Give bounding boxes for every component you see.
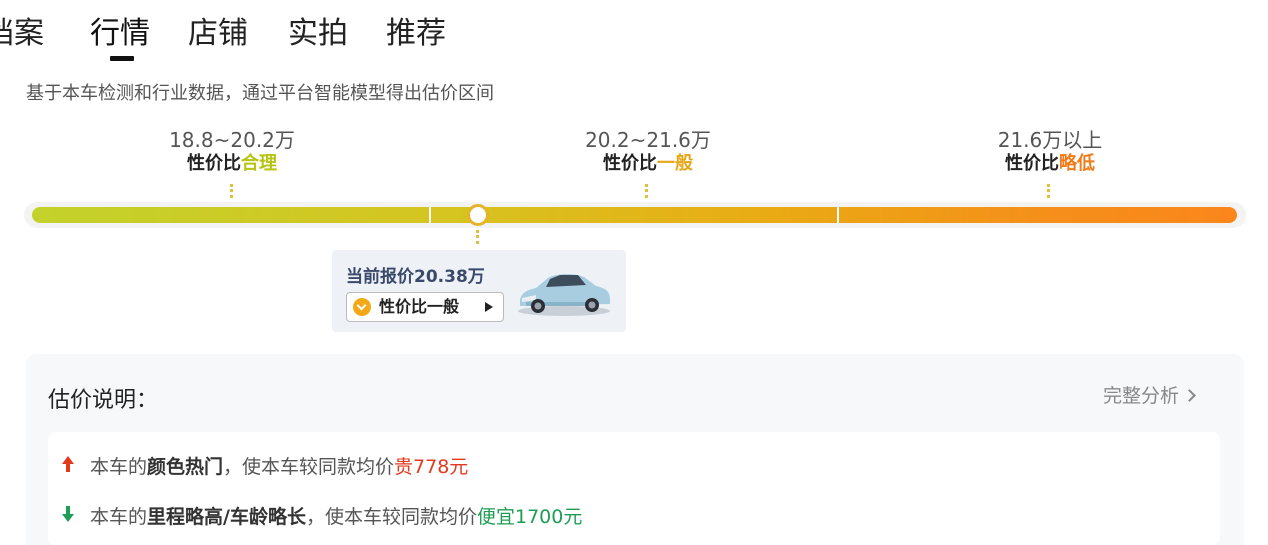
- tab-recommend[interactable]: 推荐: [386, 14, 446, 54]
- range-price: 20.2~21.6万: [585, 128, 711, 152]
- factor-prefix: 本车的: [90, 456, 148, 478]
- full-analysis-link[interactable]: 完整分析: [1103, 381, 1196, 408]
- range-connector: [645, 184, 648, 198]
- tab-store[interactable]: 店铺: [188, 14, 248, 54]
- value-rating-label: 性价比一般: [379, 297, 460, 316]
- coin-check-icon: [353, 298, 371, 316]
- range-fair: 18.8~20.2万 性价比合理: [122, 128, 342, 176]
- factor-middle: ，使本车较同款均价: [223, 456, 395, 478]
- tab-photos[interactable]: 实拍: [288, 14, 348, 54]
- range-price: 21.6万以上: [997, 128, 1103, 152]
- factor-bold: 颜色热门: [147, 456, 224, 478]
- current-price-marker: [467, 204, 489, 226]
- rating-level: 略低: [1059, 153, 1095, 174]
- bar-divider: [837, 207, 839, 223]
- factor-highlight: 便宜1700元: [476, 506, 583, 528]
- tab-market[interactable]: 行情: [90, 14, 150, 54]
- factor-middle: ，使本车较同款均价: [305, 506, 477, 528]
- bar-divider: [429, 207, 431, 223]
- range-price: 18.8~20.2万: [169, 128, 295, 152]
- current-price: 当前报价20.38万: [346, 267, 485, 287]
- range-low: 21.6万以上 性价比略低: [940, 128, 1160, 176]
- arrow-up-icon: [62, 456, 74, 472]
- play-arrow-icon: [485, 302, 493, 312]
- factor-highlight: 贵778元: [394, 456, 469, 478]
- active-tab-indicator: [110, 56, 134, 61]
- rating-prefix: 性价比: [1005, 153, 1059, 174]
- range-connector: [1047, 184, 1050, 198]
- tab-archive[interactable]: 档案: [0, 14, 44, 54]
- price-bar: [32, 207, 1237, 223]
- range-rating: 性价比一般: [538, 152, 758, 176]
- rating-prefix: 性价比: [603, 153, 657, 174]
- value-rating-tag[interactable]: 性价比一般: [346, 292, 504, 322]
- range-rating: 性价比略低: [940, 152, 1160, 176]
- range-average: 20.2~21.6万 性价比一般: [538, 128, 758, 176]
- factor-prefix: 本车的: [90, 506, 148, 528]
- range-rating: 性价比合理: [122, 152, 342, 176]
- rating-level: 合理: [241, 153, 277, 174]
- full-analysis-label: 完整分析: [1103, 385, 1180, 407]
- arrow-down-icon: [62, 506, 74, 522]
- factor-item: 本车的里程略高/车龄略长，使本车较同款均价便宜1700元: [90, 502, 582, 529]
- chevron-right-icon: [1183, 389, 1196, 402]
- marker-connector: [476, 230, 479, 244]
- factor-bold: 里程略高/车龄略长: [147, 506, 306, 528]
- factor-item: 本车的颜色热门，使本车较同款均价贵778元: [90, 452, 468, 479]
- range-connector: [230, 184, 233, 198]
- panel-title: 估价说明：: [48, 388, 159, 413]
- car-image: [518, 274, 610, 316]
- rating-prefix: 性价比: [187, 153, 241, 174]
- valuation-subtitle: 基于本车检测和行业数据，通过平台智能模型得出估价区间: [26, 83, 494, 104]
- rating-level: 一般: [657, 153, 693, 174]
